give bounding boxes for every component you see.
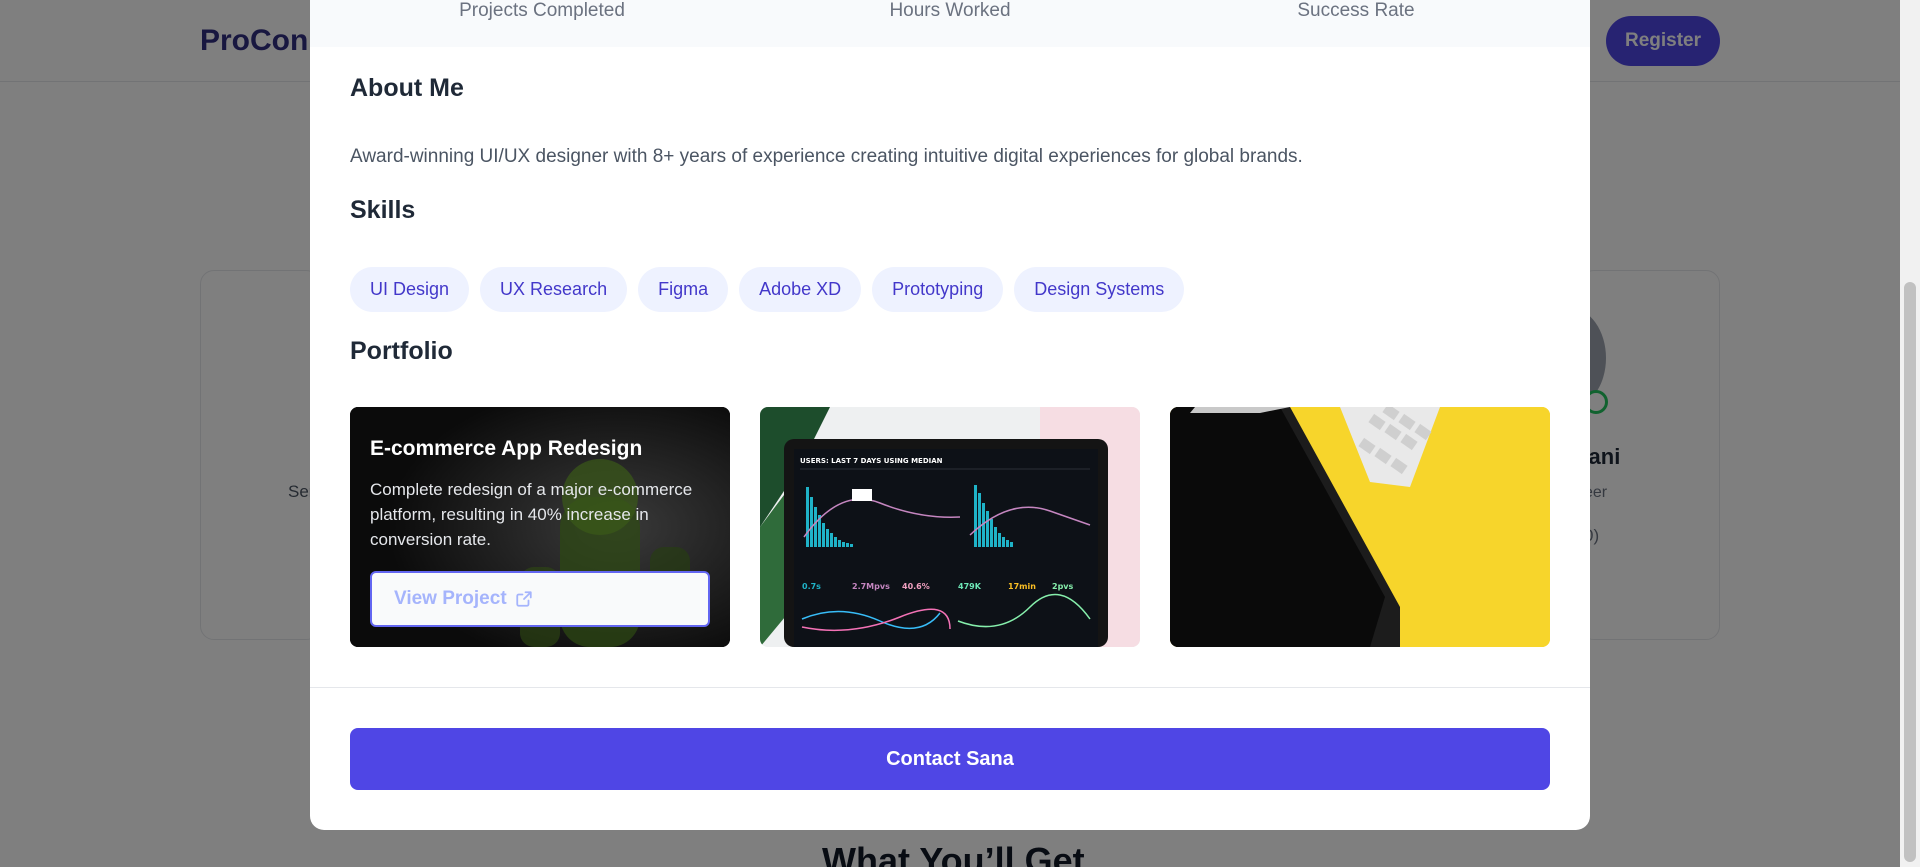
view-project-button[interactable]: View Project: [370, 571, 710, 627]
metric-value: 0.7s: [802, 582, 821, 591]
skill-tag: UI Design: [350, 267, 470, 312]
metric-value: 479K: [958, 582, 982, 591]
metric-value: 2.7Mpvs: [852, 582, 890, 591]
profile-modal: Projects Completed Hours Worked Success …: [310, 0, 1590, 830]
view-project-label: View Project: [394, 588, 507, 609]
about-title: About Me: [350, 74, 464, 102]
portfolio-item-title: E-commerce App Redesign: [370, 437, 643, 460]
portfolio-item-workspace[interactable]: [1170, 407, 1550, 647]
portfolio-item-description: Complete redesign of a major e-commerce …: [370, 480, 693, 549]
about-text: Award-winning UI/UX designer with 8+ yea…: [350, 146, 1303, 167]
stat-projects-completed-label: Projects Completed: [459, 0, 625, 21]
scrollbar-thumb[interactable]: [1904, 282, 1916, 862]
portfolio-image-workspace: [1170, 407, 1550, 647]
skills-list: UI Design UX Research Figma Adobe XD Pro…: [350, 267, 1185, 312]
skill-tag: Adobe XD: [739, 267, 862, 312]
skill-tag: Design Systems: [1014, 267, 1185, 312]
metric-value: 2pvs: [1052, 582, 1074, 591]
skill-tag: UX Research: [480, 267, 628, 312]
skills-title: Skills: [350, 196, 416, 224]
dashboard-header: USERS: LAST 7 DAYS USING MEDIAN: [800, 457, 943, 465]
portfolio-item-analytics[interactable]: USERS: LAST 7 DAYS USING MEDIAN 0.7s 2.7…: [760, 407, 1140, 647]
stat-hours-worked-label: Hours Worked: [889, 0, 1011, 21]
external-link-icon: [516, 591, 532, 607]
portfolio-title: Portfolio: [350, 337, 453, 365]
portfolio-item-ecommerce[interactable]: E-commerce App Redesign Complete redesig…: [350, 407, 730, 647]
metric-value: 17min: [1008, 582, 1036, 591]
stat-success-rate-label: Success Rate: [1297, 0, 1415, 21]
portfolio-image-analytics: USERS: LAST 7 DAYS USING MEDIAN 0.7s 2.7…: [760, 407, 1140, 647]
contact-button[interactable]: Contact Sana: [350, 728, 1550, 790]
stats-band: Projects Completed Hours Worked Success …: [310, 0, 1590, 47]
modal-footer-divider: [310, 687, 1590, 688]
skill-tag: Prototyping: [872, 267, 1004, 312]
skill-tag: Figma: [638, 267, 729, 312]
metric-value: 40.6%: [902, 582, 930, 591]
portfolio-grid: E-commerce App Redesign Complete redesig…: [350, 407, 1550, 647]
